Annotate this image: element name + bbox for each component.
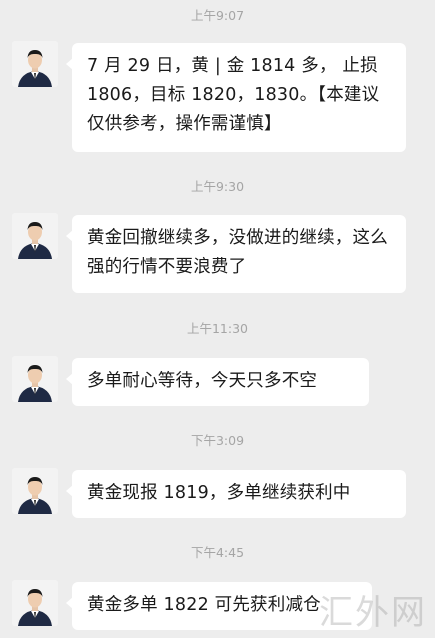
avatar[interactable] <box>12 580 58 626</box>
avatar-icon <box>12 468 58 514</box>
message-bubble[interactable]: 多单耐心等待，今天只多不空 <box>66 358 369 406</box>
timestamp: 上午11:30 <box>186 321 249 336</box>
message-text: 7 月 29 日，黄 | 金 1814 多， 止损 1806，目标 1820，1… <box>87 56 380 134</box>
avatar-icon <box>12 580 58 626</box>
timestamp: 上午9:07 <box>190 8 245 23</box>
avatar-icon <box>12 41 58 87</box>
timestamp: 下午4:45 <box>190 545 245 560</box>
message-text: 黄金回撤继续多，没做进的继续，这么强的行情不要浪费了 <box>87 228 388 277</box>
message-bubble[interactable]: 7 月 29 日，黄 | 金 1814 多， 止损 1806，目标 1820，1… <box>66 43 406 152</box>
avatar-icon <box>12 213 58 259</box>
message-text: 黄金现报 1819，多单继续获利中 <box>87 483 351 503</box>
avatar[interactable] <box>12 468 58 514</box>
avatar[interactable] <box>12 41 58 87</box>
avatar[interactable] <box>12 356 58 402</box>
timestamp: 上午9:30 <box>190 179 245 194</box>
message-bubble[interactable]: 黄金现报 1819，多单继续获利中 <box>66 470 406 518</box>
watermark: 汇外网 <box>319 593 427 633</box>
avatar-icon <box>12 356 58 402</box>
message-text: 黄金多单 1822 可先获利减仓 <box>87 595 321 615</box>
message-text: 多单耐心等待，今天只多不空 <box>87 371 318 391</box>
avatar[interactable] <box>12 213 58 259</box>
timestamp: 下午3:09 <box>190 433 245 448</box>
message-bubble[interactable]: 黄金回撤继续多，没做进的继续，这么强的行情不要浪费了 <box>66 215 406 293</box>
